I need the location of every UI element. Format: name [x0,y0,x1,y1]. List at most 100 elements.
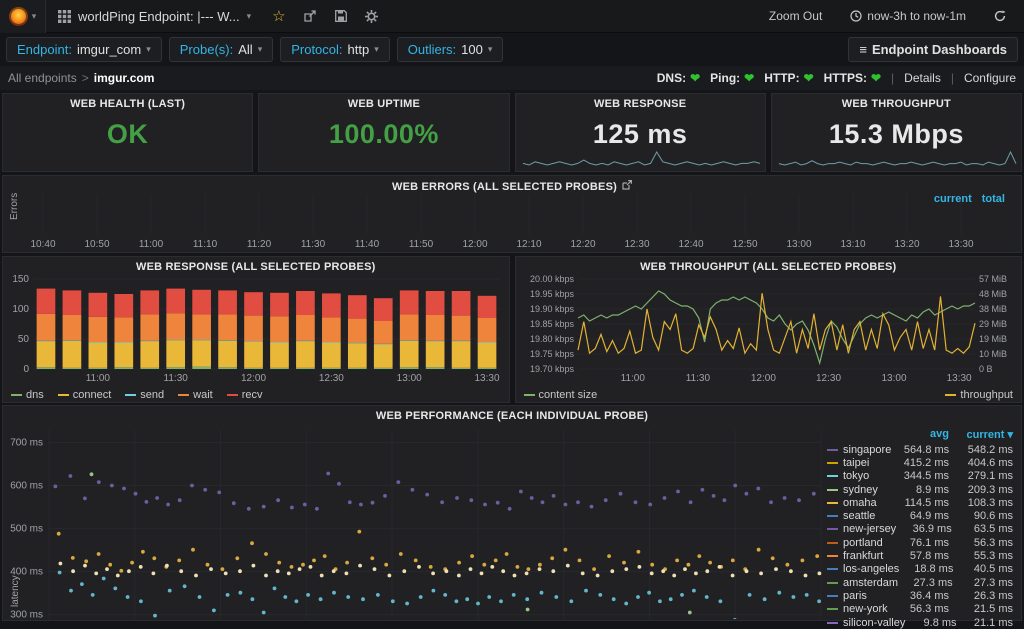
svg-text:11:30: 11:30 [301,239,326,250]
probe-row-paris: paris36.4 ms26.3 ms [827,589,1013,602]
probe-current-value: 55.3 ms [949,550,1013,562]
probe-avg-value: 344.5 ms [891,470,949,482]
heart-icon: ❤ [804,71,814,85]
panel-title[interactable]: WEB RESPONSE [516,94,765,110]
probe-name[interactable]: sydney [827,484,891,496]
legend-label: recv [242,389,263,401]
filter-endpoint-dropdown[interactable]: Endpoint:imgur_com▾ [6,37,162,62]
panel-title[interactable]: WEB THROUGHPUT (ALL SELECTED PROBES) [516,257,1022,273]
probe-name[interactable]: omaha [827,497,891,509]
panel-title[interactable]: WEB UPTIME [259,94,508,110]
legend-item-recv[interactable]: recv [227,389,263,401]
filter-outliers-dropdown[interactable]: Outliers:100▾ [397,37,504,62]
configure-link[interactable]: Configure [964,71,1016,85]
probe-name[interactable]: new-jersey [827,523,896,535]
svg-text:12:00: 12:00 [462,239,487,250]
probe-avg-value: 415.2 ms [891,457,949,469]
status-check-dns[interactable]: DNS:❤ [657,71,700,85]
legend-color-dash [827,462,838,464]
heart-icon: ❤ [871,71,881,85]
probe-name[interactable]: paris [827,590,891,602]
panel-title[interactable]: WEB PERFORMANCE (EACH INDIVIDUAL PROBE) [3,406,1021,422]
svg-text:12:20: 12:20 [570,239,595,250]
probe-name[interactable]: seattle [827,510,891,522]
probe-avg-value: 57.8 ms [891,550,949,562]
status-check-label: DNS: [657,71,686,85]
column-header-current[interactable]: current ▾ [949,428,1013,441]
panel-web-errors: WEB ERRORS (ALL SELECTED PROBES) current… [2,175,1022,253]
endpoint-dashboards-button[interactable]: ≡ Endpoint Dashboards [848,37,1018,62]
probe-current-value: 108.3 ms [949,497,1013,509]
probe-name[interactable]: taipei [827,457,891,469]
svg-text:19.75 kbps: 19.75 kbps [529,349,574,359]
status-check-https[interactable]: HTTPS:❤ [824,71,881,85]
panel-title[interactable]: WEB THROUGHPUT [772,94,1021,110]
probe-name[interactable]: portland [827,537,891,549]
settings-button[interactable] [365,10,378,23]
legend-label: send [140,389,164,401]
legend-item-current[interactable]: current [934,193,972,205]
column-header-avg[interactable]: avg [891,428,949,441]
share-button[interactable] [304,10,317,22]
details-link[interactable]: Details [904,71,941,85]
legend-color-dash [827,582,838,584]
web-response-legend: dns connect send wait recv [3,388,509,402]
web-errors-chart[interactable]: 10:4010:5011:0011:1011:2011:3011:4011:50… [3,192,1019,250]
legend-item-send[interactable]: send [125,389,164,401]
legend-item-connect[interactable]: connect [58,389,112,401]
legend-item-throughput[interactable]: throughput [945,389,1013,401]
save-button[interactable] [335,10,347,22]
panel-title[interactable]: WEB HEALTH (LAST) [3,94,252,110]
panel-title[interactable]: WEB ERRORS (ALL SELECTED PROBES) [3,176,1021,192]
legend-item-content-size[interactable]: content size [524,389,598,401]
web-throughput-chart[interactable]: 20.00 kbps57 MiB19.95 kbps48 MiB19.90 kb… [516,273,1021,385]
status-check-http[interactable]: HTTP:❤ [764,71,813,85]
probe-name[interactable]: new-york [827,603,891,615]
probe-name[interactable]: tokyo [827,470,891,482]
status-check-ping[interactable]: Ping:❤ [710,71,754,85]
legend-item-dns[interactable]: dns [11,389,44,401]
probe-name[interactable]: singapore [827,444,891,456]
legend-color-dash [827,502,838,504]
stat-sparkline [778,148,1017,168]
dashboard-picker[interactable]: worldPing Endpoint: |--- W... ▾ [46,0,263,33]
probe-avg-value: 27.3 ms [898,577,953,589]
probe-row-sydney: sydney8.9 ms209.3 ms [827,483,1013,496]
svg-text:12:10: 12:10 [516,239,541,250]
filter-label: Outliers: [408,42,456,57]
probe-row-portland: portland76.1 ms56.3 ms [827,536,1013,549]
web-response-chart[interactable]: 15010050011:0011:3012:0012:3013:0013:30 [3,273,508,385]
heart-icon: ❤ [744,71,754,85]
probe-row-new-jersey: new-jersey36.9 ms63.5 ms [827,523,1013,536]
legend-color-dash [125,394,136,396]
probe-avg-value: 9.8 ms [905,617,956,629]
time-range-picker[interactable]: now-3h to now-1m [844,8,972,24]
filter-probes-dropdown[interactable]: Probe(s):All▾ [169,37,273,62]
probe-avg-value: 36.4 ms [891,590,949,602]
legend-color-dash [827,542,838,544]
probe-name[interactable]: silicon-valley [827,617,905,629]
zoom-out-button[interactable]: Zoom Out [763,8,828,24]
web-performance-chart[interactable]: 700 ms600 ms500 ms400 ms300 ms [3,422,827,619]
star-button[interactable]: ☆ [272,7,285,25]
legend-item-total[interactable]: total [982,193,1005,205]
legend-item-wait[interactable]: wait [178,389,213,401]
legend-label: throughput [960,389,1013,401]
legend-label: connect [73,389,112,401]
probe-name[interactable]: amsterdam [827,577,898,589]
probe-legend-table: avgcurrent ▾singapore564.8 ms548.2 mstai… [827,422,1019,629]
probe-name[interactable]: frankfurt [827,550,891,562]
legend-color-dash [827,608,838,610]
probe-name[interactable]: los-angeles [827,563,899,575]
breadcrumb-bar: All endpoints > imgur.com DNS:❤Ping:❤HTT… [0,66,1024,90]
probe-current-value: 21.1 ms [957,617,1013,629]
breadcrumb-all-endpoints[interactable]: All endpoints [8,71,77,85]
panel-title[interactable]: WEB RESPONSE (ALL SELECTED PROBES) [3,257,509,273]
refresh-button[interactable] [988,9,1012,23]
svg-text:0: 0 [23,364,29,375]
grafana-logo[interactable]: ▾ [0,0,46,33]
svg-text:13:00: 13:00 [881,373,906,384]
probe-current-value: 548.2 ms [949,444,1013,456]
filter-protocol-dropdown[interactable]: Protocol:http▾ [280,37,390,62]
chevron-down-icon: ▾ [146,44,151,55]
